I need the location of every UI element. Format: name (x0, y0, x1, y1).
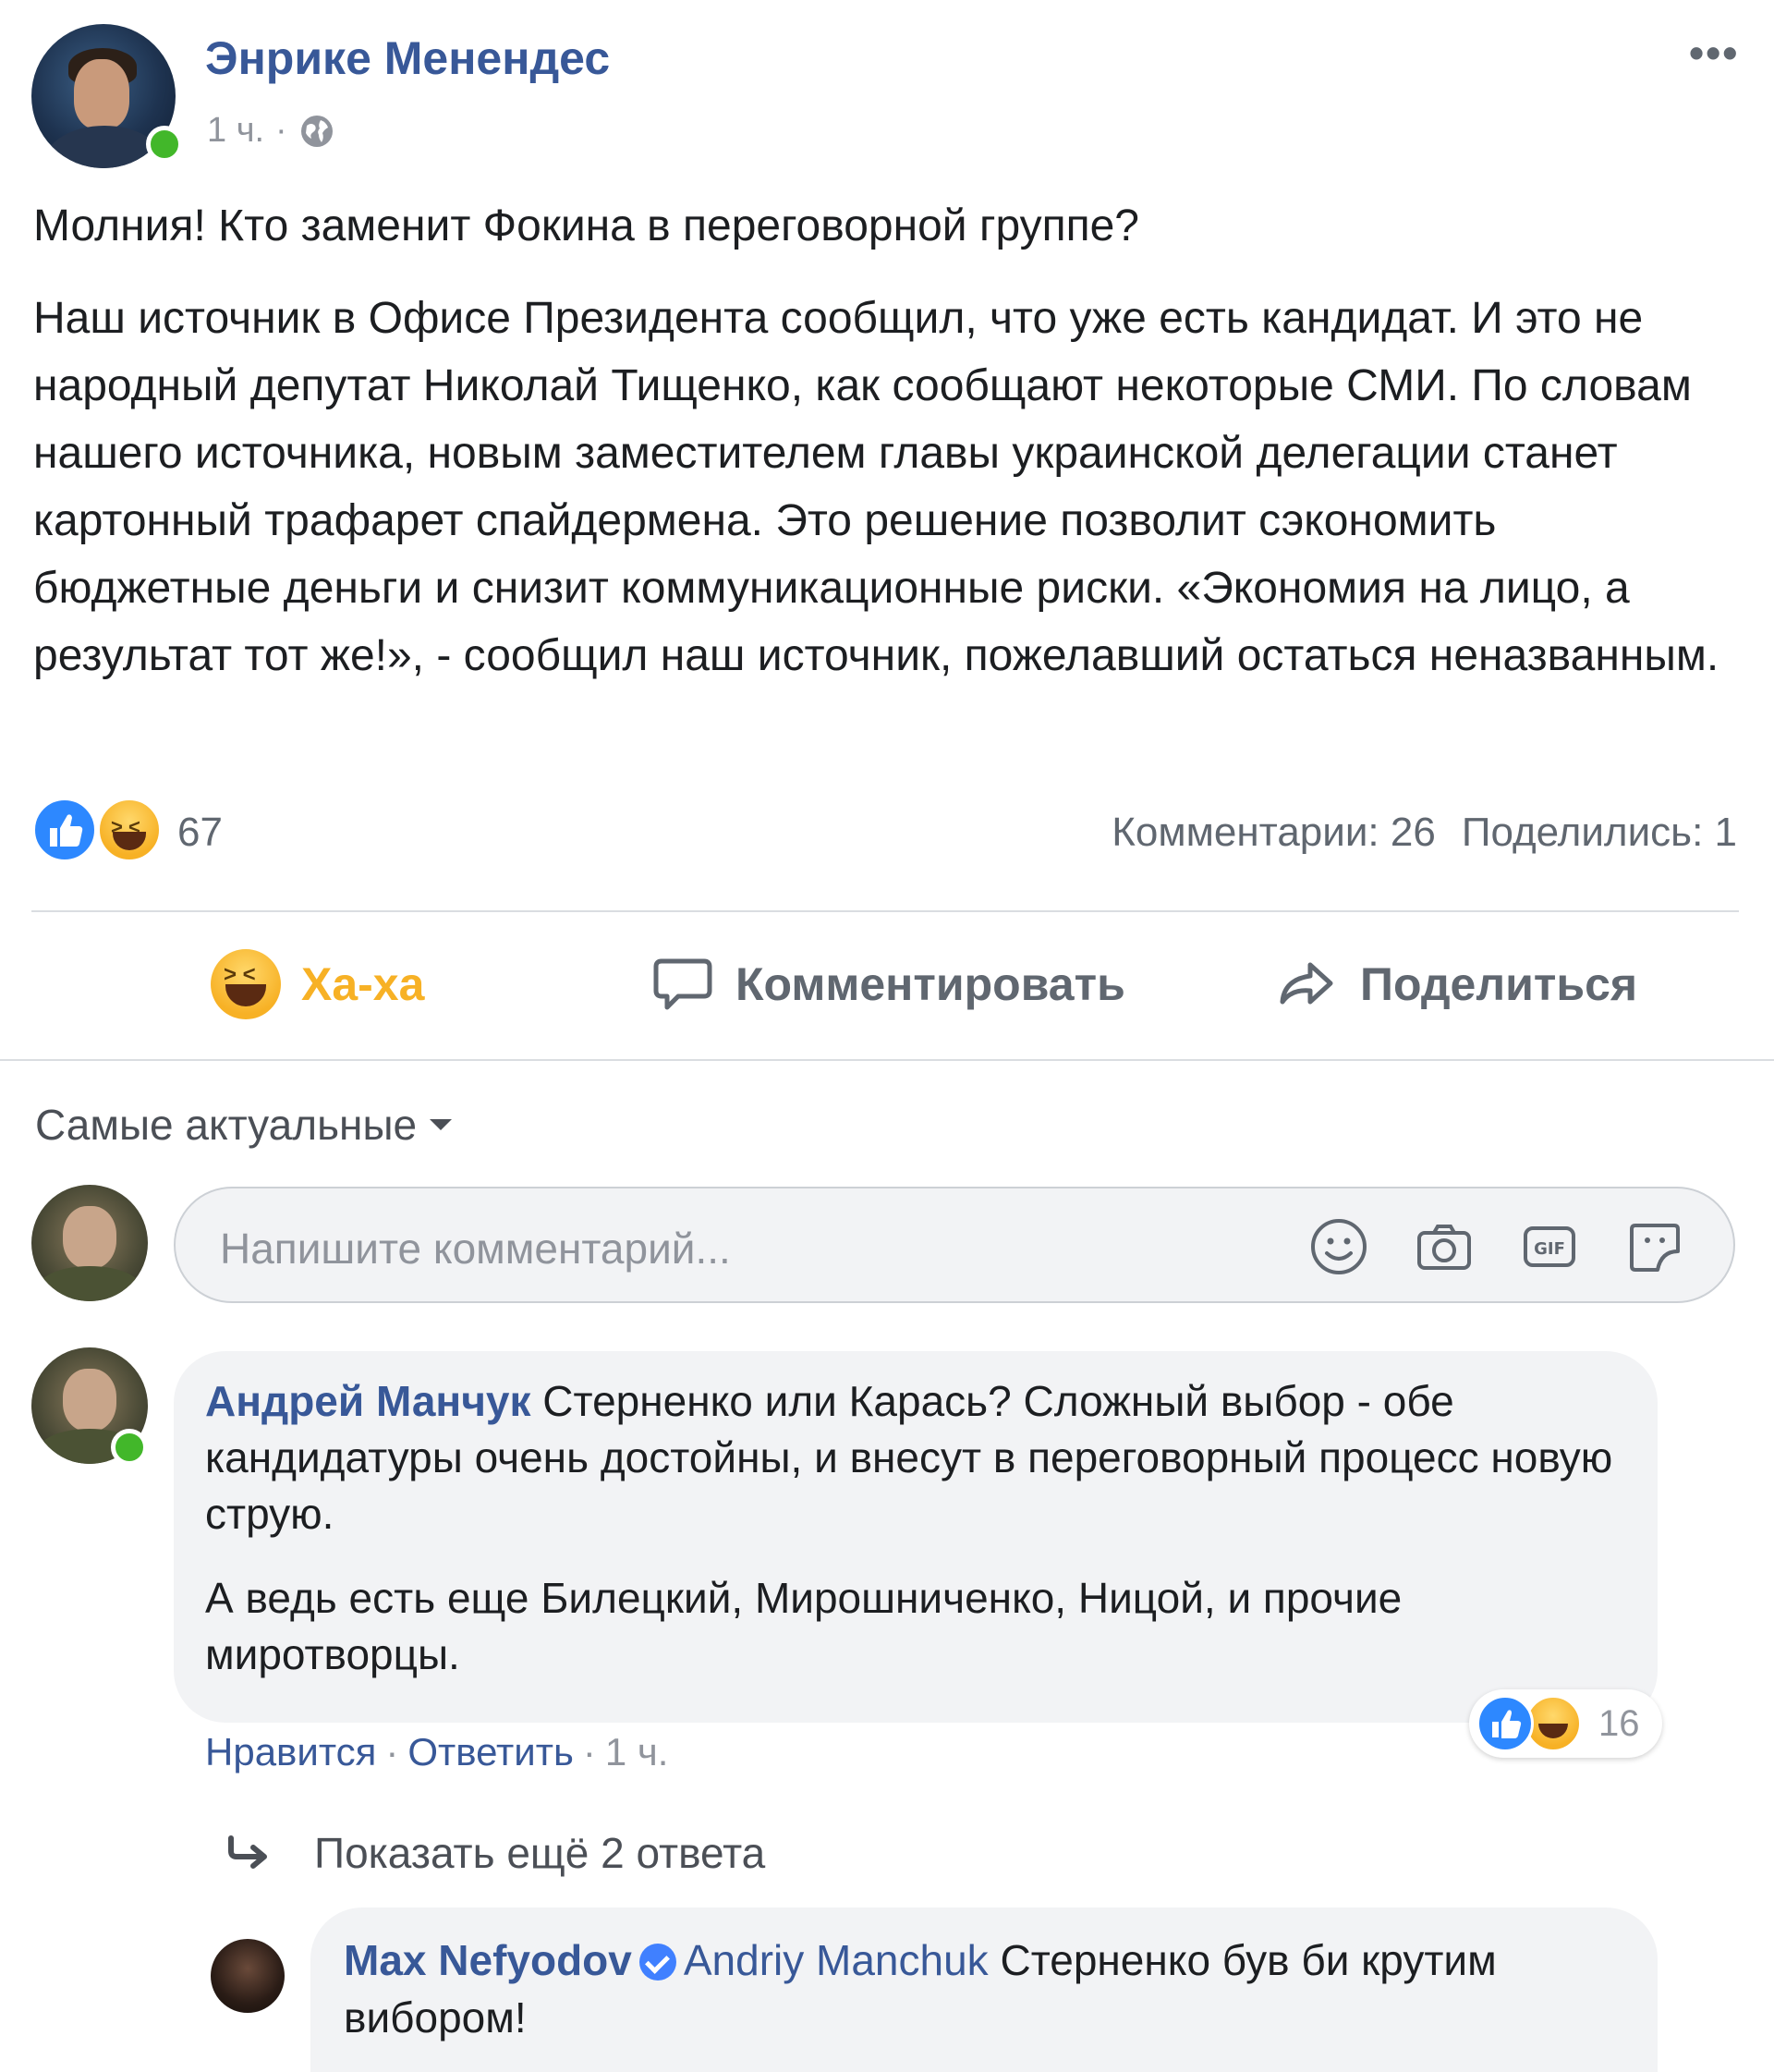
reaction-count[interactable]: 67 (177, 810, 223, 856)
comments-count[interactable]: Комментарии: 26 (1112, 810, 1436, 856)
post-body-text: Наш источник в Офисе Президента сообщил,… (33, 294, 1719, 680)
sort-label: Самые актуальные (35, 1101, 418, 1149)
gif-text: GIF (1534, 1239, 1565, 1259)
shares-count[interactable]: Поделились: 1 (1462, 810, 1737, 856)
post-time[interactable]: 1 ч. (207, 111, 264, 151)
haha-label: Ха-ха (301, 958, 425, 1010)
globe-icon[interactable] (298, 113, 335, 150)
camera-icon[interactable] (1412, 1214, 1476, 1279)
reply-mention[interactable]: Andriy Manchuk (684, 1936, 989, 1984)
reply-bubble: Max Nefyodov Andriy Manchuk Стерненко був… (310, 1907, 1658, 2072)
divider (0, 1059, 1774, 1061)
haha-reaction-button[interactable]: > < Ха-ха (211, 949, 425, 1019)
comment-text: Андрей Манчук Стерненко или Карась? Слож… (205, 1373, 1628, 1683)
comment-label: Комментировать (735, 958, 1125, 1010)
input-icons: GIF (1306, 1214, 1687, 1279)
haha-icon[interactable]: > < (96, 797, 163, 863)
verified-badge-icon (638, 1944, 676, 1981)
like-icon[interactable] (31, 797, 98, 863)
comment-reply-link[interactable]: Ответить (407, 1730, 574, 1774)
comment-reaction-count: 16 (1598, 1702, 1640, 1744)
reply-author-avatar[interactable] (211, 1939, 285, 2013)
comment-input[interactable]: Напишите комментарий... GIF (174, 1187, 1735, 1303)
meta-separator: · (275, 111, 287, 150)
post-stats: Комментарии: 26 Поделились: 1 (1112, 810, 1737, 856)
share-label: Поделиться (1360, 958, 1638, 1010)
like-icon (1476, 1695, 1534, 1752)
comment-like-link[interactable]: Нравится (205, 1730, 376, 1774)
reply-arrow-icon (228, 1835, 267, 1869)
comment-sort-dropdown[interactable]: Самые актуальные (35, 1100, 453, 1150)
post-meta: 1 ч. · (207, 111, 335, 151)
reply-author-name[interactable]: Max Nefyodov (344, 1936, 632, 1984)
emoji-icon[interactable] (1306, 1214, 1371, 1279)
show-more-replies[interactable]: Показать ещё 2 ответа (225, 1828, 765, 1878)
comment-text-part2: А ведь есть еще Билецкий, Мирошниченко, … (205, 1574, 1403, 1678)
action-separator: · (582, 1730, 596, 1773)
comment-button[interactable]: Комментировать (650, 952, 1125, 1017)
comment-bubble: Андрей Манчук Стерненко или Карась? Слож… (174, 1351, 1658, 1723)
chevron-down-icon (430, 1119, 453, 1130)
comment-bubble-icon (653, 958, 712, 1010)
online-status-dot (111, 1429, 148, 1466)
comment-input-placeholder: Напишите комментарий... (220, 1225, 731, 1273)
reply-text: Max Nefyodov Andriy Manchuk Стерненко був… (344, 1932, 1637, 2046)
share-arrow-icon (1280, 962, 1333, 1005)
sticker-icon[interactable] (1622, 1214, 1687, 1279)
current-user-avatar[interactable] (31, 1185, 148, 1301)
comment-reactions[interactable]: 16 (1469, 1689, 1662, 1758)
comment-actions: Нравится · Ответить · 1 ч. (205, 1730, 668, 1774)
action-separator: · (385, 1730, 399, 1773)
comment-time[interactable]: 1 ч. (605, 1730, 669, 1774)
show-more-label: Показать ещё 2 ответа (314, 1829, 766, 1877)
online-status-dot (146, 126, 183, 163)
more-dots-icon[interactable]: ••• (1689, 28, 1739, 78)
share-button[interactable]: Поделиться (1275, 952, 1637, 1017)
haha-icon: > < (211, 949, 281, 1019)
comment-author-name[interactable]: Андрей Манчук (205, 1377, 531, 1425)
gif-icon[interactable]: GIF (1517, 1214, 1582, 1279)
post-headline: Молния! Кто заменит Фокина в переговорно… (33, 201, 1139, 250)
post-author-name[interactable]: Энрике Менендес (205, 31, 610, 85)
divider (31, 910, 1739, 912)
